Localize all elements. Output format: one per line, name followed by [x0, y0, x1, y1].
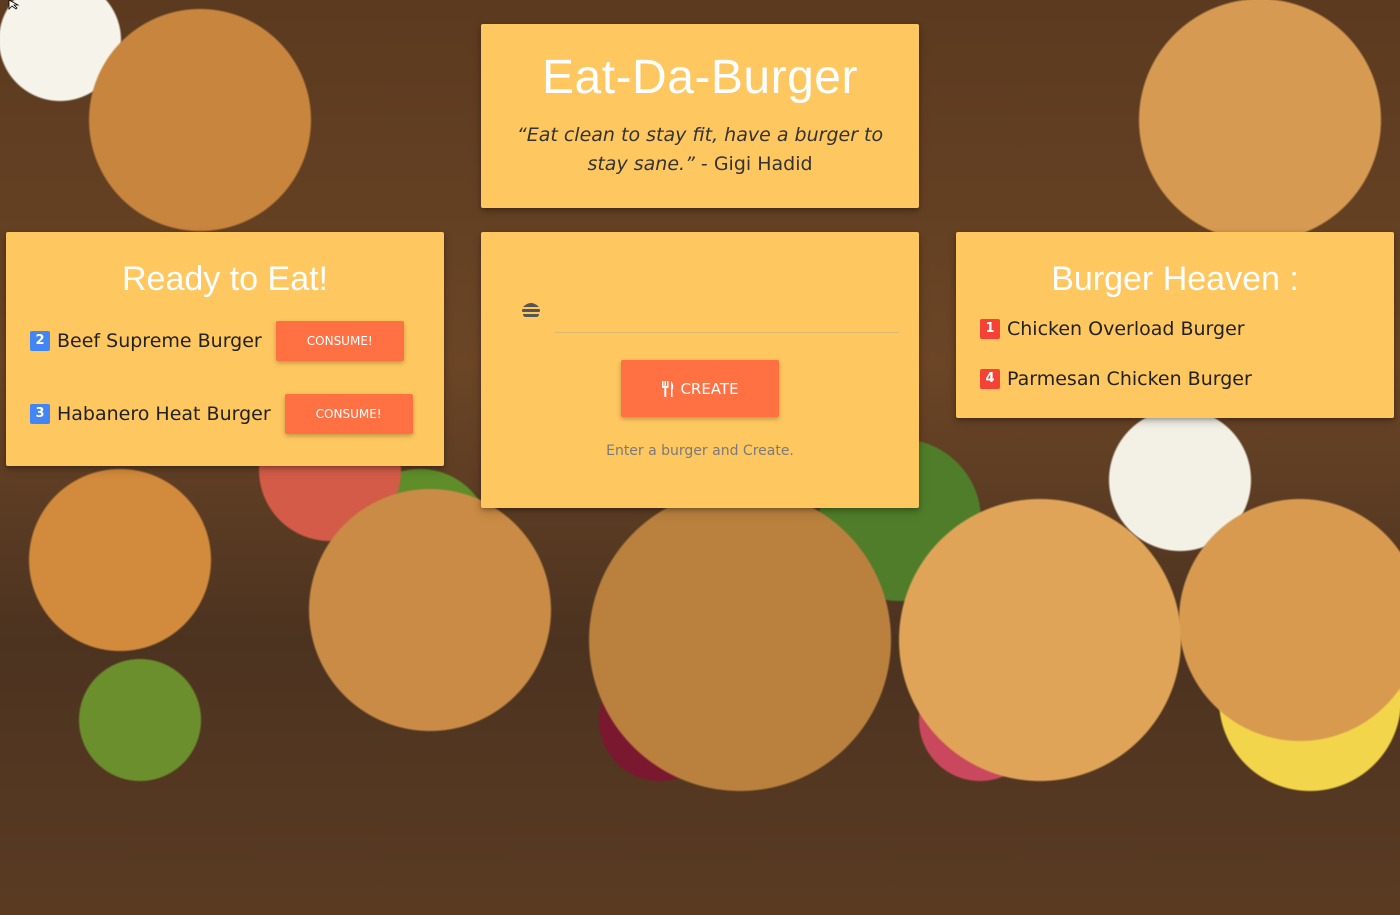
quote-author: - Gigi Hadid [694, 153, 813, 175]
ready-to-eat-title: Ready to Eat! [121, 260, 328, 298]
create-button[interactable]: CREATE [621, 360, 779, 417]
burger-name: Parmesan Chicken Burger [1007, 368, 1252, 390]
burger-name: Beef Supreme Burger [57, 330, 262, 352]
ready-to-eat-card: Ready to Eat! 2 Beef Supreme Burger CONS… [6, 232, 444, 466]
create-button-label: CREATE [680, 379, 739, 398]
burger-id-badge: 4 [980, 369, 1000, 389]
create-burger-card: CREATE Enter a burger and Create. [481, 232, 919, 508]
heaven-list-item: 4 Parmesan Chicken Burger [980, 368, 1252, 390]
ready-list-item: 2 Beef Supreme Burger CONSUME! [30, 321, 404, 361]
consume-button[interactable]: CONSUME! [284, 394, 413, 434]
utensils-icon [662, 380, 674, 397]
burger-heaven-card: Burger Heaven : 1 Chicken Overload Burge… [956, 232, 1394, 418]
heaven-list-item: 1 Chicken Overload Burger [980, 318, 1245, 340]
ready-list-item: 3 Habanero Heat Burger CONSUME! [30, 394, 413, 434]
page-title: Eat-Da-Burger [542, 51, 858, 104]
burger-name-input[interactable] [555, 290, 899, 333]
burger-id-badge: 2 [30, 331, 50, 351]
burger-id-badge: 1 [980, 319, 1000, 339]
burger-icon [522, 303, 540, 317]
burger-id-badge: 3 [30, 404, 50, 424]
burger-name: Habanero Heat Burger [57, 403, 271, 425]
mouse-cursor-icon [8, 0, 20, 10]
burger-name: Chicken Overload Burger [1007, 318, 1245, 340]
header-quote: “Eat clean to stay fit, have a burger to… [511, 121, 889, 179]
burger-heaven-title: Burger Heaven : [1051, 260, 1299, 298]
header-card: Eat-Da-Burger “Eat clean to stay fit, ha… [481, 24, 919, 208]
helper-text: Enter a burger and Create. [606, 443, 794, 459]
consume-button[interactable]: CONSUME! [275, 321, 404, 361]
